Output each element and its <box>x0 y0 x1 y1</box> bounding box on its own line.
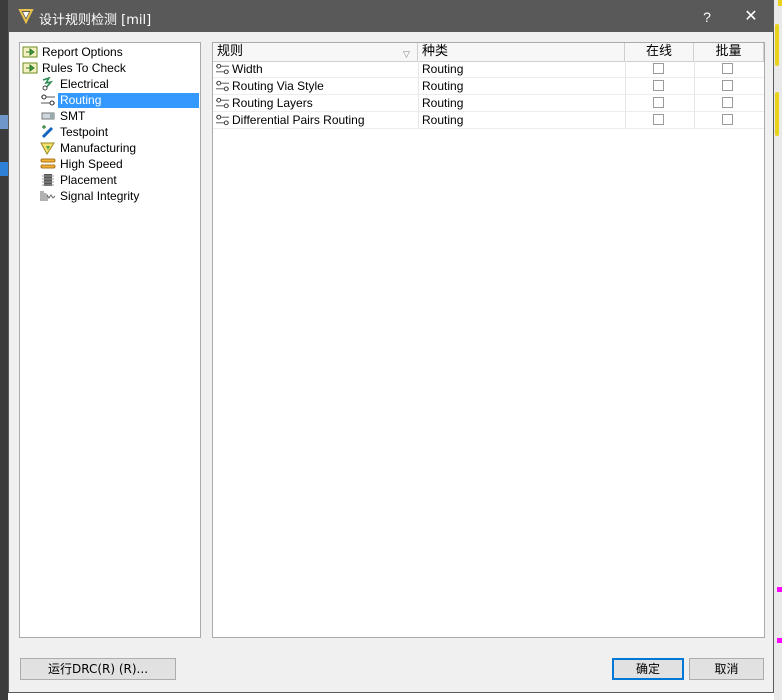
electrical-icon <box>42 77 54 91</box>
smt-icon <box>41 112 55 120</box>
tree-item-label: Placement <box>60 172 117 187</box>
rule-icon <box>215 114 230 126</box>
rules-grid[interactable]: 规则 ▽ 种类 在线 批量 Width Routing Routing Via … <box>212 42 765 638</box>
tree-item-label: Manufacturing <box>60 140 137 155</box>
testpoint-icon <box>41 125 54 139</box>
routing-icon <box>41 94 55 106</box>
online-checkbox[interactable] <box>653 63 664 74</box>
background-app-marker <box>775 24 779 66</box>
placement-icon <box>42 174 54 186</box>
ok-button[interactable]: 确定 <box>612 658 684 680</box>
column-header-label: 批量 <box>715 44 742 59</box>
rule-icon <box>215 97 230 109</box>
tree-item-label: High Speed <box>60 156 123 171</box>
batch-checkbox[interactable] <box>722 63 733 74</box>
background-app-marker <box>778 0 782 6</box>
rule-name: Differential Pairs Routing <box>232 113 365 127</box>
rule-kind: Routing <box>422 96 464 110</box>
table-row[interactable]: Width Routing <box>213 61 764 78</box>
high-speed-icon <box>40 158 56 169</box>
rules-to-check-icon <box>22 62 38 74</box>
table-row[interactable]: Routing Via Style Routing <box>213 78 764 95</box>
rule-category-tree[interactable]: Report Options Rules To Check Electrical… <box>19 42 201 638</box>
rule-icon <box>215 63 230 75</box>
tree-item-testpoint[interactable]: Testpoint <box>40 124 110 140</box>
tree-item-label: Report Options <box>42 44 123 59</box>
table-row[interactable]: Routing Layers Routing <box>213 95 764 112</box>
batch-checkbox[interactable] <box>722 80 733 91</box>
rule-kind: Routing <box>422 79 464 93</box>
tree-item-label: Testpoint <box>60 124 109 139</box>
rule-name: Width <box>232 62 263 76</box>
help-button[interactable]: ? <box>697 7 717 27</box>
tree-item-label: Rules To Check <box>42 60 126 75</box>
online-checkbox[interactable] <box>653 114 664 125</box>
online-checkbox[interactable] <box>653 80 664 91</box>
column-header-batch[interactable]: 批量 <box>694 43 764 61</box>
batch-checkbox[interactable] <box>722 114 733 125</box>
cancel-button[interactable]: 取消 <box>689 658 764 680</box>
column-header-rule[interactable]: 规则 ▽ <box>213 43 418 61</box>
tree-item-routing[interactable]: Routing <box>40 92 199 108</box>
column-header-online[interactable]: 在线 <box>625 43 694 61</box>
table-row[interactable]: Differential Pairs Routing Routing <box>213 112 764 129</box>
tree-item-signal-integrity[interactable]: Signal Integrity <box>40 188 141 204</box>
online-checkbox[interactable] <box>653 97 664 108</box>
rule-icon <box>215 80 230 92</box>
background-app-marker <box>775 92 779 136</box>
tree-item-label: Signal Integrity <box>60 188 140 203</box>
background-app-highlight <box>0 162 8 176</box>
tree-item-rules-to-check[interactable]: Rules To Check <box>22 60 128 76</box>
tree-item-manufacturing[interactable]: Manufacturing <box>40 140 138 156</box>
rule-name: Routing Layers <box>232 96 313 110</box>
rule-kind: Routing <box>422 113 464 127</box>
rule-kind: Routing <box>422 62 464 76</box>
drc-dialog: 设计规则检测 [mil] ? ✕ Report Options Rules To… <box>8 0 774 693</box>
grid-header: 规则 ▽ 种类 在线 批量 <box>213 43 764 62</box>
tree-item-electrical[interactable]: Electrical <box>40 76 111 92</box>
tree-item-smt[interactable]: SMT <box>40 108 87 124</box>
tree-item-report-options[interactable]: Report Options <box>22 44 125 60</box>
tree-item-label: Electrical <box>60 76 109 91</box>
tree-item-high-speed[interactable]: High Speed <box>40 156 125 172</box>
background-app-left-edge <box>0 0 8 700</box>
close-button[interactable]: ✕ <box>741 7 761 27</box>
title-bar[interactable]: 设计规则检测 [mil] ? ✕ <box>9 1 773 32</box>
rule-name: Routing Via Style <box>232 79 324 93</box>
report-options-icon <box>22 46 38 58</box>
run-drc-button[interactable]: 运行DRC(R) (R)... <box>20 658 176 680</box>
column-header-label: 规则 <box>217 44 244 59</box>
column-header-label: 种类 <box>422 44 449 59</box>
column-header-label: 在线 <box>645 44 672 59</box>
tree-item-label: SMT <box>60 108 86 123</box>
app-logo-icon <box>18 9 34 24</box>
background-app-highlight <box>0 115 8 129</box>
tree-item-label: Routing <box>58 92 199 108</box>
manufacturing-icon <box>40 142 55 155</box>
signal-integrity-icon <box>40 191 56 201</box>
background-app-marker <box>777 587 782 592</box>
batch-checkbox[interactable] <box>722 97 733 108</box>
background-app-marker <box>777 638 782 643</box>
column-header-kind[interactable]: 种类 <box>418 43 625 61</box>
tree-item-placement[interactable]: Placement <box>40 172 119 188</box>
window-title: 设计规则检测 [mil] <box>39 13 152 28</box>
